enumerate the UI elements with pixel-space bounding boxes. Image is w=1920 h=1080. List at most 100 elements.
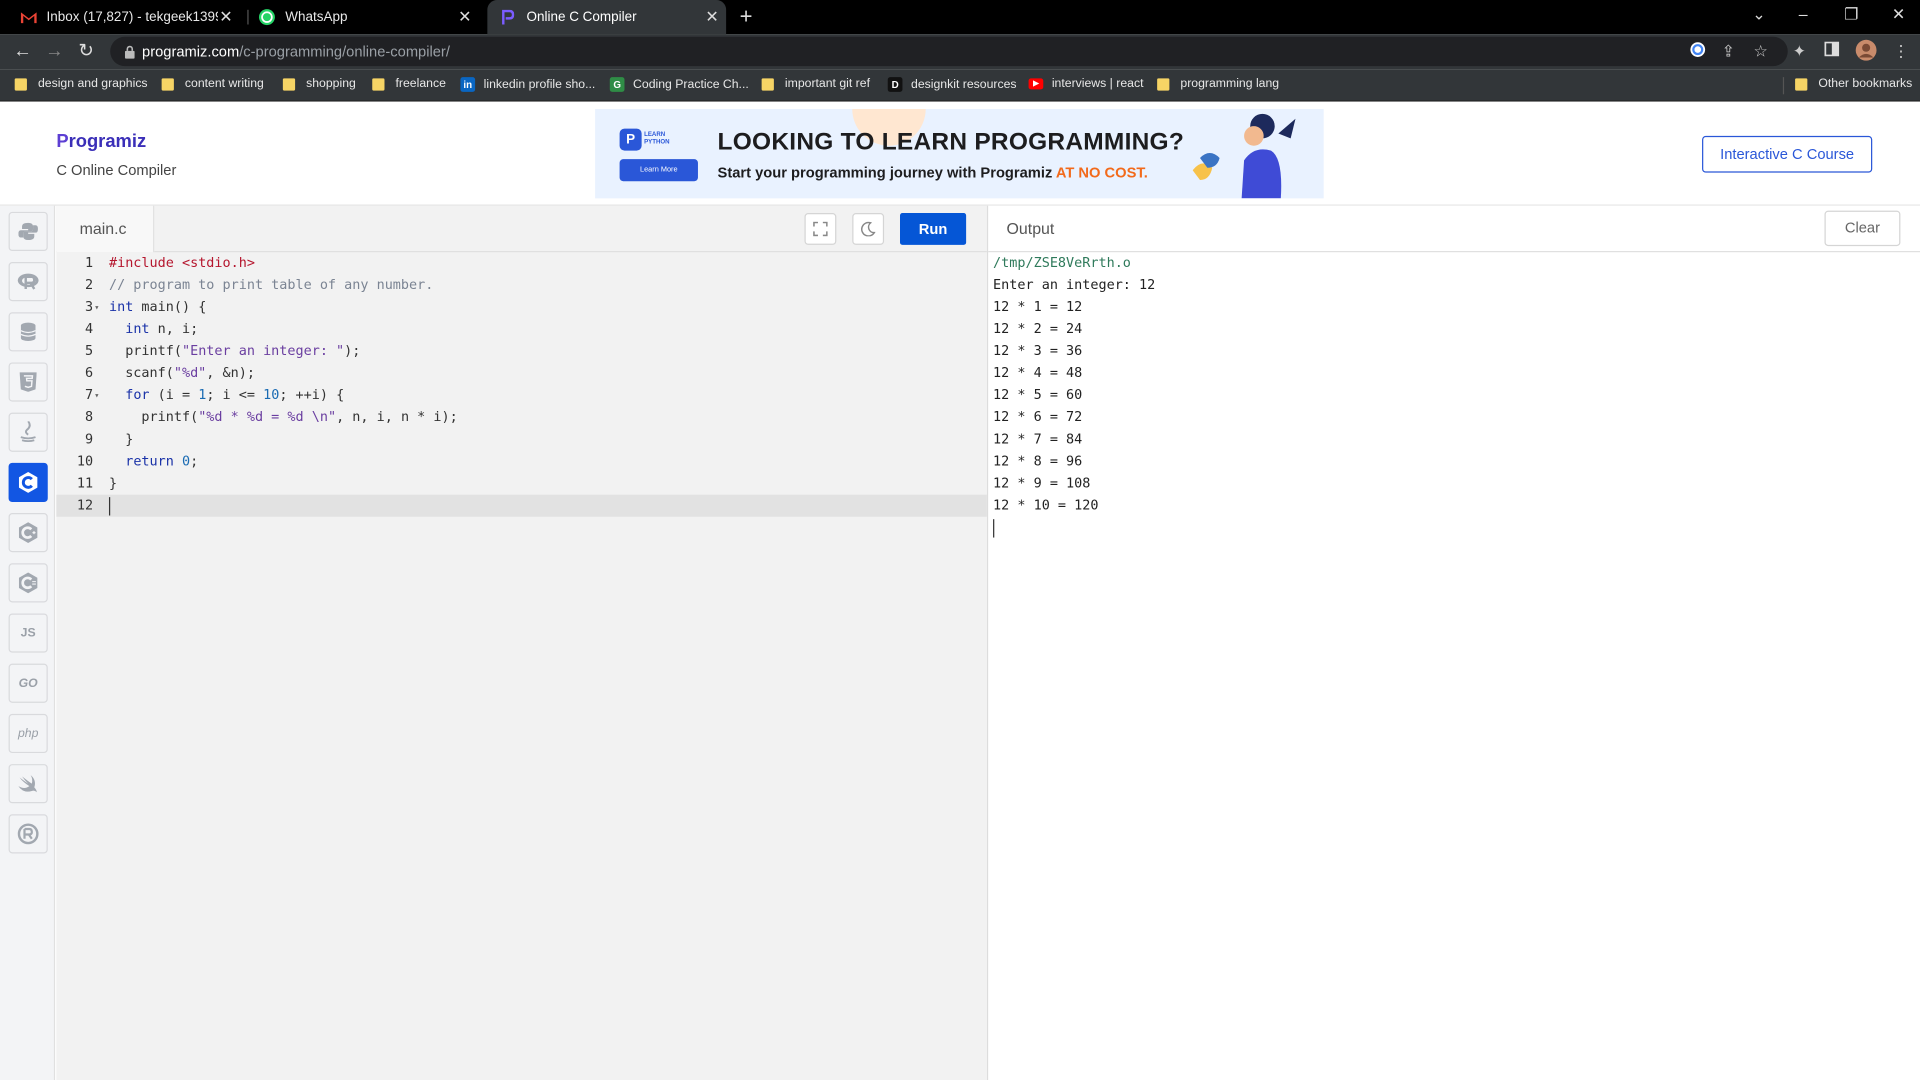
file-tab-main-c[interactable]: main.c — [56, 205, 155, 253]
line-number: 5 — [84, 342, 94, 359]
screen: Inbox (17,827) - tekgeek1399@gr ✕ WhatsA… — [0, 0, 1920, 1080]
back-icon[interactable]: ← — [13, 42, 31, 60]
tab-online-c-compiler[interactable]: Online C Compiler ✕ — [487, 0, 727, 35]
profile-avatar[interactable] — [1855, 39, 1877, 65]
fold-arrow-icon[interactable]: ▾ — [94, 384, 99, 406]
code-line[interactable]: 4 int n, i; — [56, 318, 987, 340]
close-tab-icon[interactable]: ✕ — [219, 7, 232, 27]
google-icon[interactable] — [1690, 42, 1706, 62]
output-line: /tmp/ZSE8VeRrth.o — [993, 254, 1131, 271]
promo-banner[interactable]: P LEARN PYTHON Learn More LOOKING TO LEAR… — [595, 108, 1324, 199]
code-token: printf( — [108, 342, 182, 359]
code-token: "%d" — [173, 364, 207, 381]
output-line: 12 * 8 = 96 — [993, 453, 1083, 469]
fold-arrow-icon[interactable]: ▾ — [94, 296, 99, 318]
lang-go-icon[interactable]: GO — [8, 663, 48, 703]
address-bar[interactable]: programiz.com/c-programming/online-compi… — [110, 36, 1788, 67]
youtube-icon: ▶ — [1028, 78, 1044, 90]
output-line: 12 * 4 = 48 — [993, 364, 1083, 381]
bookmark-other-bookmarks[interactable]: Other bookmarks — [1795, 77, 1912, 91]
bookmark-coding-practice[interactable]: G Coding Practice Ch... — [609, 77, 749, 92]
bookmark-important-git-ref[interactable]: important git ref — [761, 77, 870, 91]
lang-rust-icon[interactable] — [8, 814, 48, 854]
code-line[interactable]: 9 } — [56, 429, 987, 451]
bookmark-shopping[interactable]: shopping — [282, 77, 356, 91]
code-line[interactable]: 11} — [56, 473, 987, 495]
code-line[interactable]: 5 printf("Enter an integer: "); — [56, 340, 987, 362]
share-icon[interactable]: ⇪ — [1722, 42, 1735, 62]
lang-csharp-icon[interactable] — [8, 563, 48, 603]
lang-sql-icon[interactable] — [8, 312, 48, 352]
extensions-icon[interactable]: ✦ — [1793, 42, 1806, 62]
lang-python-icon[interactable] — [8, 211, 48, 252]
banner-subline-text: Start your programming journey with Prog… — [717, 164, 1056, 182]
bookmark-programming-lang[interactable]: programming lang — [1157, 77, 1279, 91]
clear-button[interactable]: Clear — [1824, 210, 1901, 247]
bookmark-designkit-resources[interactable]: Ddesignkit resources — [887, 77, 1017, 92]
code-line[interactable]: 2 // program to print table of any number… — [56, 274, 987, 296]
programiz-logo[interactable]: Programiz — [56, 131, 146, 152]
new-tab-icon[interactable]: + — [740, 5, 753, 27]
code-line[interactable]: 8 printf("%d * %d = %d \n", n, i, n * i)… — [56, 407, 987, 429]
reload-icon[interactable]: ↻ — [78, 42, 93, 60]
line-code: int n, i; — [109, 318, 198, 340]
geeksforgeeks-icon: G — [609, 77, 625, 92]
forward-icon[interactable]: → — [45, 42, 63, 60]
page-subtitle: C Online Compiler — [56, 161, 177, 179]
line-code: for (i = 1; i <= 10; ++i) { — [109, 384, 344, 406]
code-line[interactable]: 7 ▾ for (i = 1; i <= 10; ++i) { — [56, 384, 987, 406]
code-token: #include — [108, 254, 182, 271]
lang-php-icon[interactable]: php — [8, 713, 48, 754]
fullscreen-icon[interactable] — [804, 213, 837, 245]
lang-java-icon[interactable] — [8, 412, 48, 452]
learn-more-button[interactable]: Learn More — [619, 159, 698, 182]
bookmark-label: shopping — [306, 77, 356, 91]
side-panel-icon[interactable] — [1824, 41, 1840, 60]
close-tab-icon[interactable]: ✕ — [458, 7, 471, 27]
tab-whatsapp[interactable]: WhatsApp ✕ — [258, 0, 478, 34]
lang-c-icon[interactable] — [8, 462, 48, 503]
bookmark-design-and-graphics[interactable]: design and graphics — [14, 77, 148, 91]
bookmark-label: designkit resources — [911, 77, 1017, 92]
lang-swift-icon[interactable] — [8, 764, 48, 804]
code-token: "%d * %d = %d \n" — [198, 408, 337, 425]
code-line[interactable]: 10 return 0; — [56, 451, 987, 473]
output-line: 12 * 2 = 24 — [993, 320, 1083, 337]
line-code: printf("%d * %d = %d \n", n, i, n * i); — [109, 407, 457, 429]
lang-cpp-icon[interactable] — [8, 513, 48, 553]
dark-mode-moon-icon[interactable] — [852, 213, 885, 245]
code-line[interactable]: 12 — [56, 494, 987, 517]
bookmark-star-icon[interactable]: ☆ — [1753, 42, 1767, 62]
bookmark-freelance[interactable]: freelance — [372, 77, 446, 91]
lang-javascript-icon[interactable]: JS — [8, 613, 48, 653]
bookmark-interviews-react[interactable]: ▶ interviews | react — [1028, 77, 1143, 91]
minimize-icon[interactable]: – — [1799, 5, 1808, 23]
bookmark-content-writing[interactable]: content writing — [161, 77, 264, 91]
lang-r-icon[interactable] — [8, 262, 48, 302]
close-tab-icon[interactable]: ✕ — [705, 7, 718, 27]
menu-dots-icon[interactable]: ⋮ — [1893, 42, 1909, 62]
run-button[interactable]: Run — [900, 213, 967, 245]
url-text: programiz.com/c-programming/online-compi… — [142, 43, 450, 60]
code-line[interactable]: 6 scanf("%d", &n); — [56, 362, 987, 384]
output-line: 12 * 7 = 84 — [993, 431, 1083, 447]
code-line[interactable]: 1 #include <stdio.h> — [56, 252, 987, 274]
badge-line2: PYTHON — [644, 138, 670, 146]
code-area[interactable]: 1 #include <stdio.h> 2 // program to print … — [56, 252, 987, 517]
restore-icon[interactable]: ❐ — [1844, 5, 1858, 25]
browser-toolbar: ← → ↻ programiz.com/c-programming/online… — [0, 34, 1920, 70]
code-line[interactable]: 3 ▾ int main() { — [56, 296, 987, 318]
lock-icon — [124, 43, 135, 65]
line-number: 7 — [84, 386, 94, 403]
gmail-icon — [20, 9, 37, 26]
tab-search-icon[interactable]: ⌄ — [1752, 5, 1765, 25]
close-window-icon[interactable]: ✕ — [1892, 5, 1905, 25]
tab-gmail[interactable]: Inbox (17,827) - tekgeek1399@gr ✕ — [20, 0, 240, 34]
code-token: scanf( — [108, 364, 174, 381]
lang-html-icon[interactable] — [8, 362, 48, 402]
folder-icon — [282, 77, 296, 91]
bookmark-linkedin[interactable]: in linkedin profile sho... — [460, 77, 595, 92]
interactive-c-course-button[interactable]: Interactive C Course — [1702, 135, 1873, 173]
output-console[interactable]: /tmp/ZSE8VeRrth.o Enter an integer: 12 12 … — [993, 252, 1155, 539]
